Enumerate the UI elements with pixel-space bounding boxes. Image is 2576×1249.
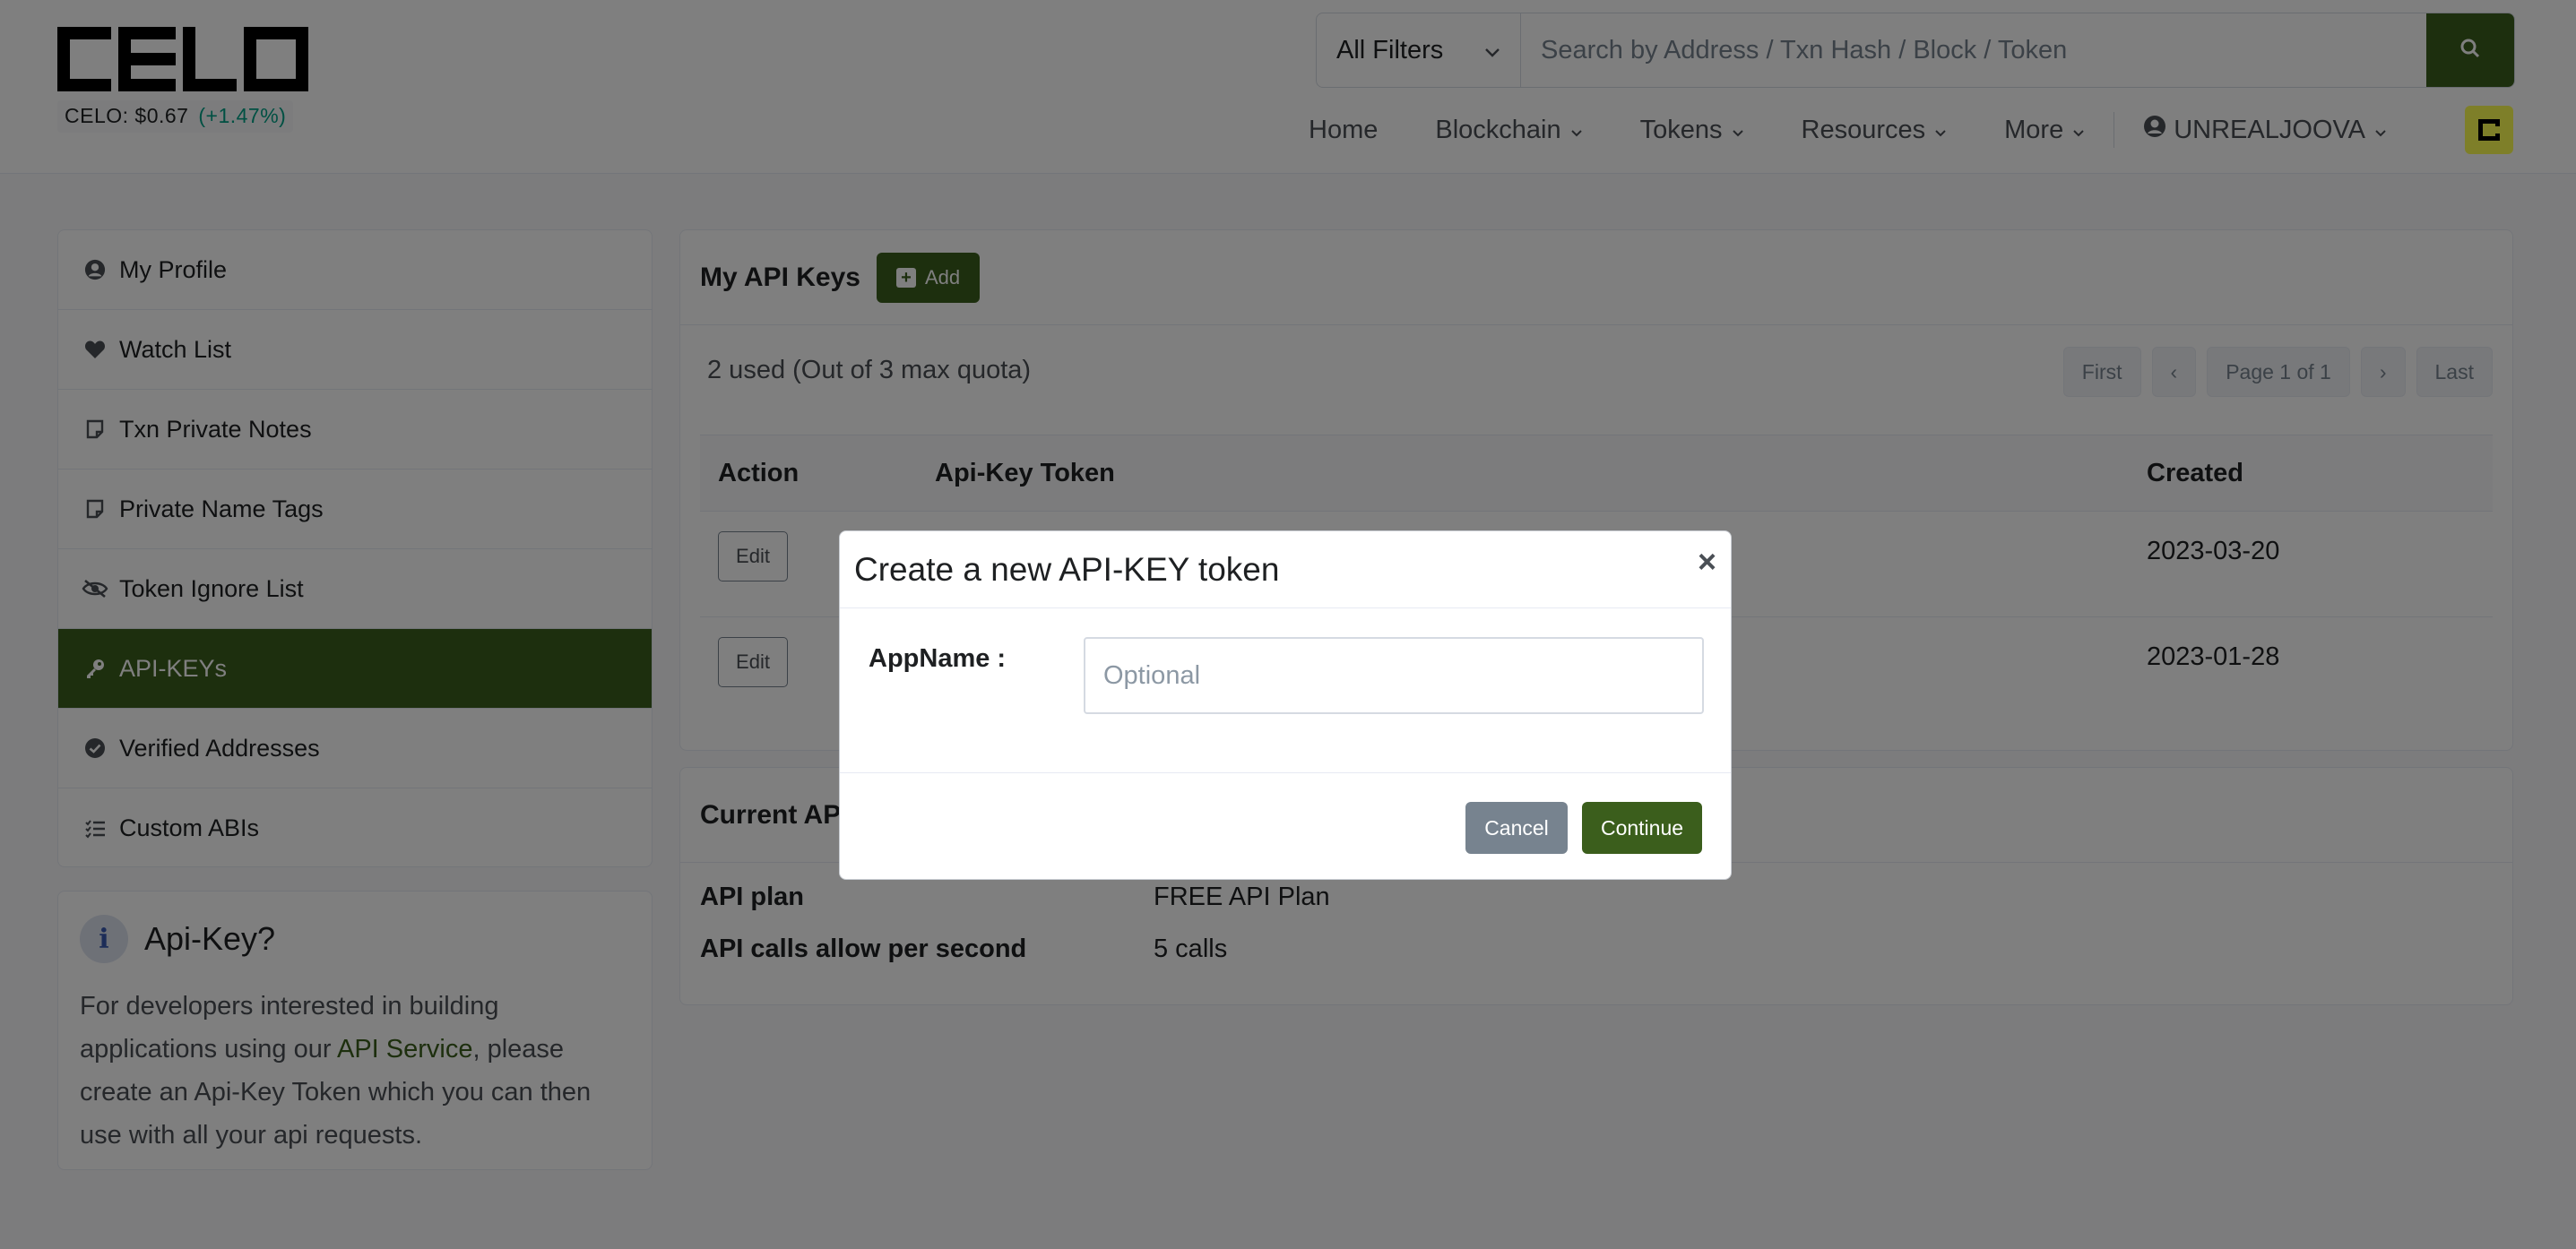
continue-button[interactable]: Continue bbox=[1582, 802, 1702, 854]
appname-label: AppName : bbox=[869, 644, 1007, 673]
cancel-button[interactable]: Cancel bbox=[1465, 802, 1568, 854]
page: CELO: $0.67 (+1.47%) All Filters Home Bl… bbox=[0, 0, 2576, 1249]
modal-body: AppName : bbox=[840, 608, 1731, 773]
modal-footer: Cancel Continue bbox=[840, 773, 1731, 879]
appname-input[interactable] bbox=[1084, 637, 1704, 714]
close-icon[interactable]: × bbox=[1698, 546, 1716, 578]
modal-header: Create a new API-KEY token × bbox=[840, 531, 1731, 608]
modal-title: Create a new API-KEY token bbox=[854, 550, 1280, 588]
create-api-key-modal: Create a new API-KEY token × AppName : C… bbox=[839, 530, 1732, 880]
